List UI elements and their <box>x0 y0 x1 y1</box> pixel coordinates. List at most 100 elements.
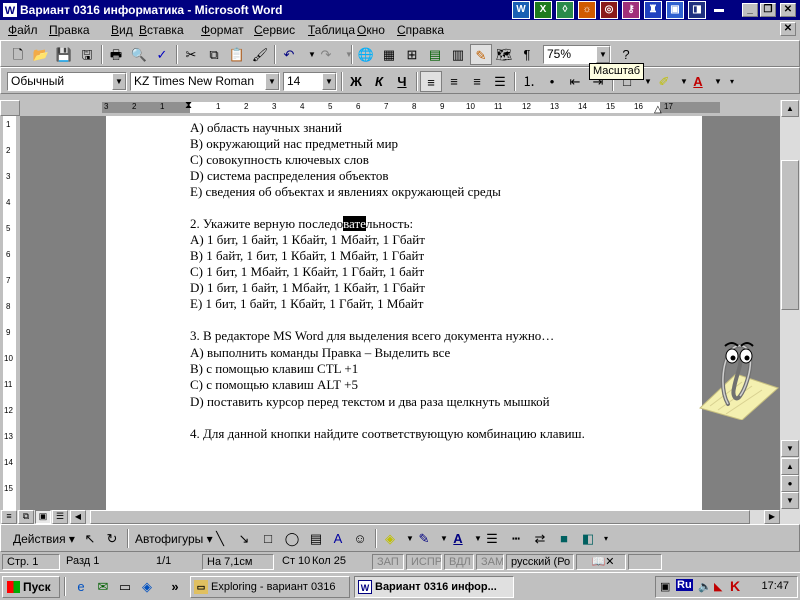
font-color-icon[interactable]: A <box>687 71 709 92</box>
autoshapes-menu-button[interactable]: Автофигуры ▾ <box>135 532 213 546</box>
menu-table[interactable]: Таблица <box>308 23 355 37</box>
zoom-combo[interactable]: 75% ▼ <box>543 45 611 64</box>
document-page[interactable]: A) область научных знаний B) окружающий … <box>106 116 702 510</box>
columns-icon[interactable]: ▥ <box>447 44 469 65</box>
drawing-icon[interactable]: ✎ <box>470 44 492 65</box>
question-3[interactable]: 3. В редакторе MS Word для выделения все… <box>190 328 554 344</box>
line-color-icon[interactable]: ✎ <box>413 528 435 549</box>
horizontal-ruler[interactable]: 3 2 1 1 2 3 4 5 6 7 8 9 10 11 12 13 14 1… <box>20 100 780 116</box>
bold-button[interactable]: Ж <box>345 71 367 92</box>
left-indent-marker-icon[interactable]: ⧗ <box>185 100 192 111</box>
office-bar-minimize-icon[interactable]: ▬ <box>710 1 728 19</box>
open-icon[interactable]: 📂 <box>30 44 52 65</box>
print-icon[interactable]: 🖶 <box>105 44 127 65</box>
channels-icon[interactable]: ◈ <box>136 576 158 597</box>
answer-line[interactable]: B) окружающий нас предметный мир <box>190 136 398 152</box>
font-combo[interactable]: KZ Times New Roman ▼ <box>130 72 280 91</box>
volume-icon[interactable]: 🔈 <box>698 580 712 593</box>
copy-icon[interactable]: ⧉ <box>203 44 225 65</box>
status-extend[interactable]: ВДЛ <box>444 554 474 570</box>
text-box-icon[interactable]: ▤ <box>305 528 327 549</box>
answer-line[interactable]: C) с помощью клавиш ALT +5 <box>190 377 358 393</box>
save-all-icon[interactable]: 🖫 <box>76 44 98 65</box>
answer-line[interactable]: B) с помощью клавиш CTL +1 <box>190 361 358 377</box>
hyperlink-icon[interactable]: 🌐 <box>355 44 377 65</box>
tables-borders-icon[interactable]: ▦ <box>378 44 400 65</box>
horizontal-scrollbar[interactable]: ≡ ⧉ ▣ ☰ ◀ ▶ <box>0 510 800 524</box>
next-page-icon[interactable]: ▼ <box>781 492 799 509</box>
start-button[interactable]: Пуск <box>2 576 60 598</box>
spelling-status-icon[interactable]: 📖✕ <box>576 554 626 570</box>
outlook-express-icon[interactable]: ✉ <box>92 576 114 597</box>
web-layout-view-icon[interactable]: ⧉ <box>18 510 34 524</box>
arrow-tool-icon[interactable]: ↘ <box>233 528 255 549</box>
free-rotate-icon[interactable]: ↻ <box>101 528 123 549</box>
office-access-icon[interactable]: ◊ <box>556 1 574 19</box>
print-preview-icon[interactable]: 🔍 <box>128 44 150 65</box>
office-excel-icon[interactable]: X <box>534 1 552 19</box>
answer-line[interactable]: D) 1 бит, 1 байт, 1 Мбайт, 1 Кбайт, 1 Гб… <box>190 280 425 296</box>
answer-line[interactable]: A) выполнить команды Правка – Выделить в… <box>190 345 450 361</box>
chevron-down-icon[interactable]: ▼ <box>112 73 126 90</box>
oval-tool-icon[interactable]: ◯ <box>281 528 303 549</box>
internet-explorer-icon[interactable]: e <box>70 576 92 597</box>
scroll-down-icon[interactable]: ▼ <box>781 440 799 457</box>
arrow-style-icon[interactable]: ⇄ <box>529 528 551 549</box>
save-icon[interactable]: 💾 <box>53 44 75 65</box>
chevron-down-icon[interactable]: ▼ <box>265 73 279 90</box>
justify-icon[interactable]: ☰ <box>489 71 511 92</box>
select-browse-object-icon[interactable]: ● <box>781 475 799 492</box>
more-quick-launch-icon[interactable]: » <box>164 576 186 597</box>
menu-insert[interactable]: Вставка <box>139 23 184 37</box>
insert-excel-icon[interactable]: ▤ <box>424 44 446 65</box>
answer-line[interactable]: D) поставить курсор перед текстом и два … <box>190 394 550 410</box>
align-center-icon[interactable]: ≡ <box>443 71 465 92</box>
insert-table-icon[interactable]: ⊞ <box>401 44 423 65</box>
antivirus-icon[interactable]: ◣ <box>714 580 722 593</box>
minimize-button[interactable]: _ <box>742 3 758 17</box>
word-app-icon[interactable]: W <box>2 2 18 18</box>
maximize-button[interactable]: ❐ <box>760 3 776 17</box>
answer-line[interactable]: E) 1 бит, 1 байт, 1 Кбайт, 1 Гбайт, 1 Мб… <box>190 296 423 312</box>
answer-line[interactable]: A) область научных знаний <box>190 120 342 136</box>
outline-view-icon[interactable]: ☰ <box>52 510 68 524</box>
previous-page-icon[interactable]: ▲ <box>781 458 799 475</box>
undo-icon[interactable]: ↶ <box>278 44 300 65</box>
answer-line[interactable]: B) 1 байт, 1 бит, 1 Кбайт, 1 Мбайт, 1 Гб… <box>190 248 424 264</box>
task-exploring[interactable]: ▭ Exploring - вариант 0316 <box>190 576 350 598</box>
shadow-icon[interactable]: ■ <box>553 528 575 549</box>
draw-font-color-icon[interactable]: A <box>447 528 469 549</box>
answer-line[interactable]: D) система распределения объектов <box>190 168 389 184</box>
language-indicator[interactable]: Ru <box>676 579 693 591</box>
chevron-down-icon[interactable]: ▼ <box>322 73 336 90</box>
office-help-icon[interactable]: ♜ <box>644 1 662 19</box>
fill-color-icon[interactable]: ◈ <box>379 528 401 549</box>
kaspersky-icon[interactable]: K <box>730 578 740 594</box>
status-track-changes[interactable]: ИСПР <box>406 554 442 570</box>
menu-file[interactable]: Файл <box>8 23 38 37</box>
right-indent-marker-icon[interactable]: △ <box>654 104 662 115</box>
cut-icon[interactable]: ✂ <box>180 44 202 65</box>
title-bar[interactable]: W Вариант 0316 информатика - Microsoft W… <box>0 0 800 20</box>
line-style-icon[interactable]: ☰ <box>481 528 503 549</box>
style-combo[interactable]: Обычный ▼ <box>7 72 127 91</box>
dash-style-icon[interactable]: ┅ <box>505 528 527 549</box>
office-assistant-help-icon[interactable]: ? <box>615 44 637 65</box>
show-desktop-icon[interactable]: ▭ <box>114 576 136 597</box>
tab-selector[interactable] <box>0 100 20 116</box>
draw-toolbar-options-icon[interactable]: ▾ <box>595 528 617 549</box>
answer-line[interactable]: E) сведения об объектах и явлениях окруж… <box>190 184 501 200</box>
task-word-document[interactable]: W Вариант 0316 инфор... <box>354 576 514 598</box>
numbering-icon[interactable]: ⒈ <box>518 71 540 92</box>
normal-view-icon[interactable]: ≡ <box>1 510 17 524</box>
status-language[interactable]: русский (Ро <box>506 554 574 570</box>
menu-edit[interactable]: Правка <box>49 23 90 37</box>
select-objects-icon[interactable]: ↖ <box>79 528 101 549</box>
question-2[interactable]: 2. Укажите верную последовательность: <box>190 216 413 232</box>
office-assistant-clippy-icon[interactable] <box>696 330 780 421</box>
menu-view[interactable]: Вид <box>111 23 133 37</box>
menu-window[interactable]: Окно <box>357 23 385 37</box>
highlight-icon[interactable]: ✐ <box>653 71 675 92</box>
scroll-right-icon[interactable]: ▶ <box>764 510 780 524</box>
line-tool-icon[interactable]: ╲ <box>209 528 231 549</box>
